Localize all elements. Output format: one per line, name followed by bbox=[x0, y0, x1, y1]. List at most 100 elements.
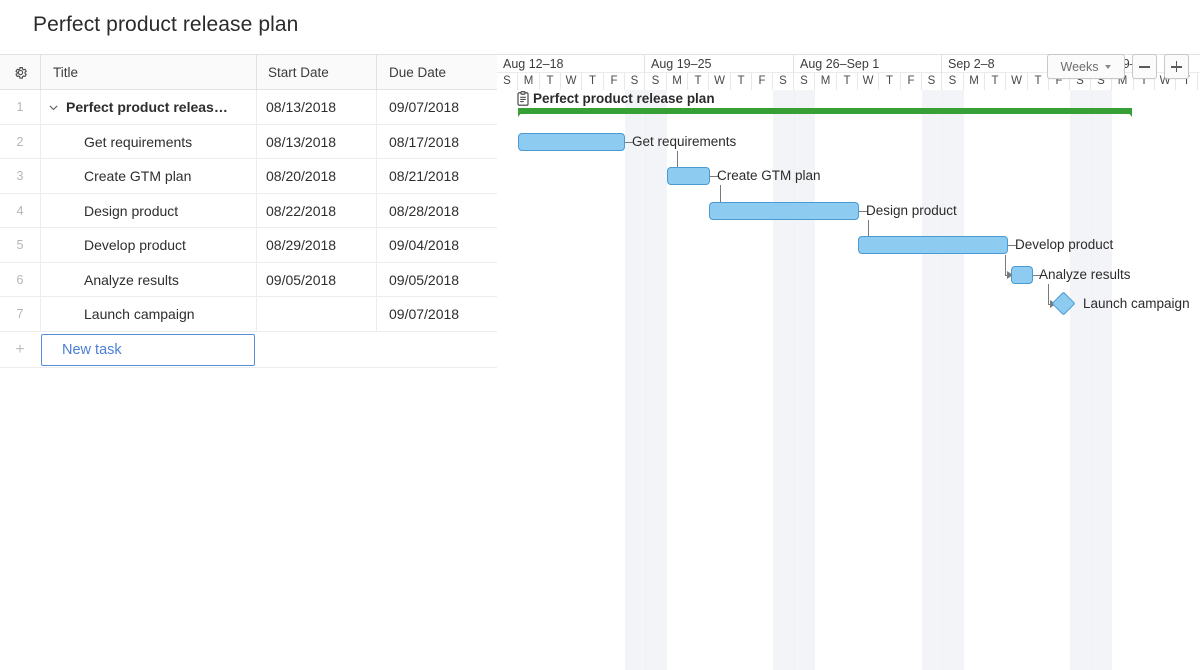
cell-divider bbox=[0, 404, 497, 440]
row-start-date[interactable]: 08/22/2018 bbox=[266, 194, 336, 229]
task-bar[interactable] bbox=[1011, 266, 1033, 284]
timeline-day-label: W bbox=[709, 73, 731, 90]
timeline-day-label: S bbox=[794, 73, 815, 90]
new-task-placeholder: New task bbox=[62, 335, 122, 365]
cell-divider bbox=[376, 194, 377, 229]
weekend-shading bbox=[922, 90, 964, 670]
cell-divider bbox=[256, 228, 257, 263]
row-title[interactable]: Launch campaign bbox=[84, 297, 195, 332]
chevron-down-icon bbox=[1105, 65, 1111, 69]
gear-icon bbox=[13, 65, 28, 80]
column-header-due-date[interactable]: Due Date bbox=[389, 55, 446, 90]
column-divider bbox=[376, 55, 377, 89]
timeline-week-label: Aug 12–18 bbox=[497, 55, 645, 73]
timeline-day-label: S bbox=[773, 73, 794, 90]
row-number: 3 bbox=[0, 159, 40, 194]
cell-divider bbox=[256, 297, 257, 332]
zoom-out-button[interactable] bbox=[1132, 54, 1157, 79]
summary-bar[interactable] bbox=[518, 108, 1132, 114]
row-due-date[interactable]: 08/17/2018 bbox=[389, 125, 459, 160]
row-start-date[interactable]: 08/13/2018 bbox=[266, 125, 336, 160]
task-bar[interactable] bbox=[518, 133, 625, 151]
row-due-date[interactable]: 09/07/2018 bbox=[389, 90, 459, 125]
zoom-in-button[interactable] bbox=[1164, 54, 1189, 79]
task-bar-label: Analyze results bbox=[1039, 267, 1131, 282]
timeline-day-label: T bbox=[688, 73, 709, 90]
row-title[interactable]: Create GTM plan bbox=[84, 159, 191, 194]
milestone-label: Launch campaign bbox=[1083, 296, 1190, 311]
add-task-icon[interactable]: + bbox=[0, 332, 40, 368]
table-row[interactable]: 2 Get requirements 08/13/2018 08/17/2018 bbox=[0, 125, 497, 160]
row-title[interactable]: Develop product bbox=[84, 228, 186, 263]
row-start-date[interactable]: 09/05/2018 bbox=[266, 263, 336, 298]
column-divider bbox=[40, 55, 41, 89]
task-bar[interactable] bbox=[667, 167, 710, 185]
grid-body: 1 Perfect product releas… 08/13/2018 09/… bbox=[0, 90, 497, 368]
timeline-body[interactable]: Perfect product release plan Get require… bbox=[497, 90, 1200, 670]
row-due-date[interactable]: 09/07/2018 bbox=[389, 297, 459, 332]
week-gridline bbox=[1091, 90, 1092, 670]
timeline-day-label: T bbox=[731, 73, 752, 90]
row-number: 2 bbox=[0, 125, 40, 160]
row-start-date[interactable]: 08/20/2018 bbox=[266, 159, 336, 194]
row-title[interactable]: Analyze results bbox=[84, 263, 179, 298]
row-due-date[interactable]: 09/04/2018 bbox=[389, 228, 459, 263]
timeline-controls: Weeks bbox=[1047, 54, 1189, 79]
row-start-date[interactable]: 08/13/2018 bbox=[266, 90, 336, 125]
table-row[interactable]: 1 Perfect product releas… 08/13/2018 09/… bbox=[0, 90, 497, 125]
cell-divider bbox=[40, 228, 41, 263]
timeline-day-label: T bbox=[1028, 73, 1049, 90]
cell-divider bbox=[376, 159, 377, 194]
timeline-day-label: F bbox=[901, 73, 922, 90]
chevron-down-icon[interactable] bbox=[48, 102, 59, 113]
timeline-day-label: M bbox=[815, 73, 837, 90]
timeline-day-label: T bbox=[540, 73, 561, 90]
row-title[interactable]: Perfect product releas… bbox=[66, 90, 228, 125]
column-header-title[interactable]: Title bbox=[53, 55, 78, 90]
table-row[interactable]: 3 Create GTM plan 08/20/2018 08/21/2018 bbox=[0, 159, 497, 194]
cell-divider bbox=[256, 159, 257, 194]
grid-header-row: Title Start Date Due Date bbox=[0, 55, 497, 90]
table-row[interactable]: 7 Launch campaign 09/07/2018 bbox=[0, 297, 497, 332]
summary-bar-start-cap bbox=[518, 108, 525, 117]
cell-divider bbox=[376, 125, 377, 160]
task-bar[interactable] bbox=[858, 236, 1008, 254]
task-grid: Title Start Date Due Date 1 Perfect prod… bbox=[0, 54, 497, 670]
task-bar-label: Get requirements bbox=[632, 134, 736, 149]
timeline-day-label: F bbox=[752, 73, 773, 90]
table-row[interactable]: 4 Design product 08/22/2018 08/28/2018 bbox=[0, 194, 497, 229]
row-title[interactable]: Get requirements bbox=[84, 125, 192, 160]
gantt-app: Perfect product release plan Title Start… bbox=[0, 0, 1200, 670]
timeline-day-label: F bbox=[604, 73, 625, 90]
plus-icon bbox=[1171, 61, 1182, 72]
cell-divider bbox=[40, 125, 41, 160]
column-header-start-date[interactable]: Start Date bbox=[268, 55, 329, 90]
task-bar-label: Create GTM plan bbox=[717, 168, 821, 183]
row-start-date[interactable]: 08/29/2018 bbox=[266, 228, 336, 263]
new-task-row[interactable]: + New task bbox=[0, 332, 497, 368]
row-due-date[interactable]: 08/21/2018 bbox=[389, 159, 459, 194]
table-row[interactable]: 5 Develop product 08/29/2018 09/04/2018 bbox=[0, 228, 497, 263]
cell-divider bbox=[40, 263, 41, 298]
cell-divider bbox=[376, 90, 377, 125]
row-due-date[interactable]: 08/28/2018 bbox=[389, 194, 459, 229]
row-title[interactable]: Design product bbox=[84, 194, 178, 229]
row-due-date[interactable]: 09/05/2018 bbox=[389, 263, 459, 298]
timeline-day-label: M bbox=[518, 73, 540, 90]
timeline-day-label: W bbox=[561, 73, 582, 90]
gantt-timeline[interactable]: Aug 12–18 Aug 19–25 Aug 26–Sep 1 Sep 2–8… bbox=[497, 54, 1200, 670]
cell-divider bbox=[256, 90, 257, 125]
task-bar[interactable] bbox=[709, 202, 859, 220]
task-bar-label: Develop product bbox=[1015, 237, 1113, 252]
timeline-day-label: M bbox=[667, 73, 688, 90]
timeline-day-label: T bbox=[879, 73, 901, 90]
dependency-line bbox=[1048, 284, 1049, 304]
table-row[interactable]: 6 Analyze results 09/05/2018 09/05/2018 bbox=[0, 263, 497, 298]
cell-divider bbox=[376, 297, 377, 332]
new-task-input[interactable]: New task bbox=[41, 334, 255, 366]
cell-divider bbox=[40, 194, 41, 229]
grid-settings-button[interactable] bbox=[0, 55, 40, 90]
timeline-week-label: Aug 26–Sep 1 bbox=[794, 55, 942, 73]
timescale-select[interactable]: Weeks bbox=[1047, 54, 1125, 79]
clipboard-icon bbox=[517, 91, 529, 106]
